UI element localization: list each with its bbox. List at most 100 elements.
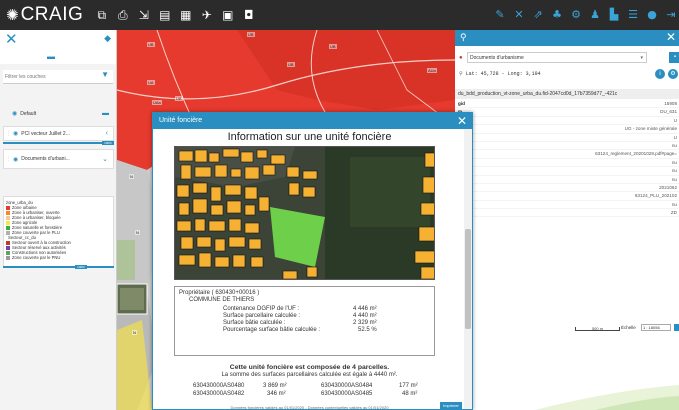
chart-icon[interactable]: ▙ [608, 8, 620, 21]
chevron-down-icon[interactable]: ⌄ [102, 155, 108, 163]
parcel-area: 346 m² [267, 391, 286, 397]
network-icon[interactable]: ⚙ [570, 8, 582, 21]
drag-handle-icon[interactable]: ⋮ [6, 131, 11, 137]
eye-icon[interactable]: ◉ [13, 130, 18, 137]
decor-swoosh [535, 385, 679, 410]
stat-label: Pourcentage surface bâtie calculée : [223, 327, 321, 333]
parcel-id: 630430000AS0480 [193, 383, 245, 389]
print-tool-icon[interactable]: ⎙ [116, 8, 129, 22]
attribute-row: minu [455, 142, 679, 151]
attribute-value: nu [671, 142, 677, 148]
attribute-value: DU_631 [660, 109, 677, 115]
app-name: CRAIG [20, 4, 84, 25]
measure-tool-icon[interactable]: ⇲ [137, 8, 150, 22]
chevron-left-icon[interactable]: ‹ [106, 130, 108, 137]
legend-swatch [6, 230, 10, 235]
attribute-row: nu [455, 167, 679, 176]
camera-tool-icon[interactable]: ◘ [242, 8, 255, 22]
parcel-area: 48 m² [402, 391, 418, 397]
layer-row-pci[interactable]: ⋮ ◉ PCI vecteur Juillet 2... ‹ [3, 126, 114, 141]
parcel-id: 630430000AS0484 [321, 383, 373, 389]
attribute-row: d2021062 [455, 184, 679, 193]
group-icon[interactable]: ♣ [551, 8, 563, 21]
layer-select[interactable]: Documents d'urbanisme ▾ [467, 52, 647, 63]
scale-footer: 500 m Échelle 1 : 18056 [455, 320, 679, 334]
zone-label: UB [247, 32, 255, 37]
logout-icon[interactable]: ⇥ [665, 8, 677, 21]
layer-filter-input[interactable] [3, 70, 98, 83]
folder-icon[interactable]: ▬ [102, 110, 109, 117]
attribute-value: U [673, 117, 677, 123]
attribute-value: nu [671, 159, 677, 165]
stat-label: Surface parcellaire calculée : [223, 313, 301, 319]
filter-icon[interactable]: ▼ [101, 70, 109, 79]
parcel-area: 3 869 m² [263, 383, 287, 389]
eye-icon[interactable]: ◉ [13, 156, 18, 163]
scrollbar-thumb[interactable] [465, 229, 471, 329]
legend-item: Zone couverte par le PNU [6, 255, 111, 260]
attribute-row: nu [455, 159, 679, 168]
attribute-table: gid15908mDU_631UgUG - zone mixte général… [455, 100, 679, 218]
calendar-tool-icon[interactable]: ▣ [221, 8, 234, 22]
fly-tool-icon[interactable]: ✈ [200, 8, 213, 22]
stat-label: Contenance DGFIP de l'UF : [223, 306, 300, 312]
info-button[interactable]: i [655, 69, 665, 79]
attribute-value: 15908 [664, 101, 677, 106]
eye-icon[interactable]: ◉ [12, 110, 17, 117]
attribute-key: gid [458, 101, 465, 106]
user-icon[interactable]: ● [646, 8, 658, 21]
zone-label: AUa [427, 68, 437, 73]
table-tool-icon[interactable]: ▤ [158, 8, 171, 22]
attribute-row: nu [455, 201, 679, 210]
parcel-aerial-image [174, 146, 435, 280]
zone-label: UAa [152, 100, 162, 105]
attribute-row: meU [455, 134, 679, 142]
drag-handle-icon[interactable]: ⋮ [6, 156, 11, 162]
list-icon[interactable]: ☰ [627, 8, 639, 21]
attribute-row: oneZD [455, 209, 679, 218]
dialog-scrollbar[interactable] [464, 129, 472, 409]
close-icon[interactable]: ✕ [5, 30, 18, 48]
legend-swatch [6, 210, 10, 215]
catalog-icon[interactable]: ▬ [47, 52, 55, 61]
logo-icon: ✺ [6, 6, 19, 24]
scale-apply-button[interactable] [674, 324, 679, 331]
zone-label: N [132, 330, 137, 335]
wrench-icon[interactable]: ✎ [494, 8, 506, 21]
zone-label: N [129, 174, 134, 179]
app-logo[interactable]: ✺ CRAIG [6, 0, 83, 30]
legend-swatch [6, 215, 10, 220]
scale-select-value: 1 : 18056 [643, 325, 660, 330]
toolbar-left: ⧉ ⎙ ⇲ ▤ ▦ ✈ ▣ ◘ [95, 8, 255, 22]
report-title: Information sur une unité foncière [227, 131, 392, 143]
close-icon[interactable]: ✕ [457, 113, 467, 129]
owner-line: Propriétaire ( 630430+00016 ) [179, 290, 260, 296]
layer-group-default[interactable]: ◉ Default ▬ [3, 106, 114, 121]
parcel-id: 630430000AS0485 [321, 391, 373, 397]
settings-button[interactable]: ⚙ [668, 69, 678, 79]
scale-label: Échelle [621, 325, 636, 330]
legend-swatch [6, 220, 10, 225]
scale-select[interactable]: 1 : 18056 [641, 324, 671, 331]
legend-swatch [6, 255, 10, 260]
grid-tool-icon[interactable]: ▦ [179, 8, 192, 22]
layer-label: Default [20, 110, 37, 117]
attribute-value: nu [671, 176, 677, 182]
layer-action-button[interactable]: ▪ [669, 52, 679, 63]
layers-tool-icon[interactable]: ⧉ [95, 8, 108, 22]
users-icon[interactable]: ♟ [589, 8, 601, 21]
opacity-value: 100% [75, 265, 87, 269]
attribute-row: 63124_PLU_202102 [455, 192, 679, 201]
tools-icon[interactable]: ✕ [513, 8, 525, 21]
print-button[interactable]: Imprimer [440, 402, 462, 410]
layer-row-urbanisme[interactable]: ⋮ ◉ Documents d'urbani... ⌄ [3, 149, 114, 169]
layer-select-row: ● Documents d'urbanisme ▾ ▪ [455, 51, 679, 64]
attribute-value: ZD [670, 210, 677, 216]
map-marker-icon: ⚲ [459, 71, 463, 77]
export-icon[interactable]: ⇗ [532, 8, 544, 21]
opacity-slider[interactable] [3, 142, 114, 144]
opacity-slider[interactable] [3, 266, 114, 268]
layers-stack-icon[interactable]: ◆ [104, 33, 111, 44]
close-icon[interactable]: ✕ [666, 30, 676, 44]
attribute-row: U [455, 117, 679, 126]
